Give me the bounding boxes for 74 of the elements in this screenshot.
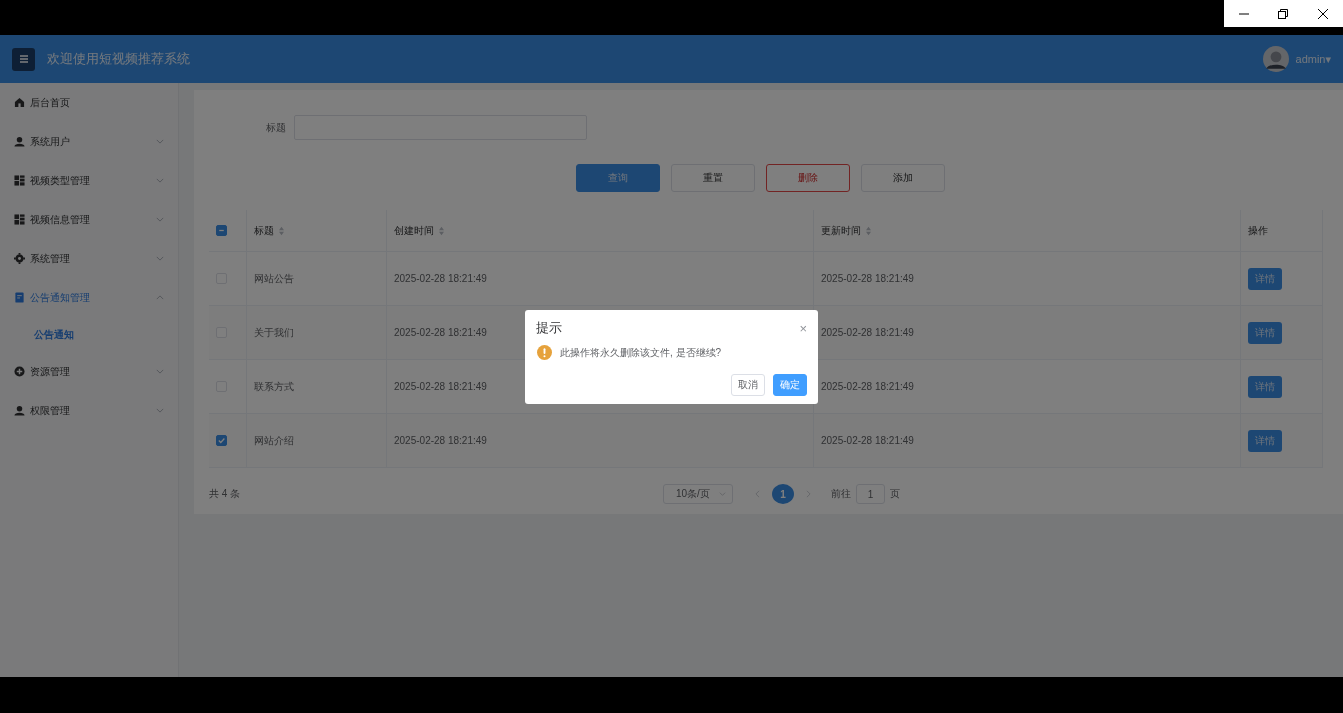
chevron-down-icon [156,408,164,413]
table-cell: 关于我们 [254,325,294,340]
sidebar-item[interactable]: 视频信息管理 [0,200,178,239]
page-unit-label: 页 [890,487,900,501]
chevron-down-icon [156,217,164,222]
table-cell: 2025-02-28 18:21:49 [821,273,914,284]
column-header[interactable]: 标题 [254,223,274,238]
chevron-up-icon [156,295,164,300]
table-cell: 网站介绍 [254,433,294,448]
column-header[interactable]: 更新时间 [821,223,861,238]
table-cell: 2025-02-28 18:21:49 [394,435,487,446]
plus-circle-icon [14,366,25,377]
warning-icon [537,345,552,360]
checkbox[interactable] [216,225,227,236]
sidebar-item[interactable]: 视频类型管理 [0,161,178,200]
column-header: 操作 [1248,223,1268,238]
restore-icon[interactable] [1278,8,1289,19]
user-icon [14,405,25,416]
checkbox[interactable] [216,435,227,446]
sidebar-item[interactable]: 资源管理 [0,352,178,391]
close-button[interactable]: × [799,321,807,335]
close-icon[interactable] [1318,8,1329,19]
chevron-down-icon [156,178,164,183]
action-button[interactable]: 重置 [670,164,755,192]
menu-button[interactable] [12,47,35,71]
user-icon [14,136,25,147]
user-menu[interactable]: admin▾ [1295,52,1331,66]
dialog-message: 此操作将永久删除该文件, 是否继续? [560,345,722,360]
confirm-button[interactable]: 确定 [773,374,807,396]
table-cell: 2025-02-28 18:21:49 [394,327,487,338]
sidebar-item[interactable]: 后台首页 [0,83,178,122]
table-cell: 联系方式 [254,379,294,394]
column-header[interactable]: 创建时间 [394,223,434,238]
home-icon [14,97,25,108]
avatar-icon[interactable] [1262,46,1289,72]
table-cell: 2025-02-28 18:21:49 [821,327,914,338]
sidebar-item[interactable]: 系统用户 [0,122,178,161]
details-button[interactable]: 详情 [1248,429,1282,452]
action-button[interactable]: 添加 [860,164,945,192]
total-count: 共 4 条 [209,487,242,501]
page-number[interactable]: 1 [772,484,794,504]
details-button[interactable]: 详情 [1248,267,1282,290]
table-cell: 2025-02-28 18:21:49 [394,381,487,392]
gear-icon [14,253,25,264]
sidebar-item[interactable]: 公告通知管理 [0,278,178,317]
table-cell: 2025-02-28 18:21:49 [821,381,914,392]
table-cell: 2025-02-28 18:21:49 [394,273,487,284]
sort-icon[interactable] [438,225,445,236]
sidebar-item[interactable]: 权限管理 [0,391,178,430]
goto-label: 前往 [831,487,851,501]
chevron-down-icon [156,139,164,144]
field-label: 标题 [266,120,286,135]
grid-icon [14,214,25,225]
sidebar-subitem[interactable]: 公告通知 [0,317,178,352]
sort-icon[interactable] [865,225,872,236]
chevron-down-icon [156,369,164,374]
sort-icon[interactable] [278,225,285,236]
menu-icon [18,54,29,64]
grid-icon [14,175,25,186]
page-input-field[interactable]: 1 [856,484,885,504]
check-icon [217,436,226,445]
document-icon [14,292,25,303]
action-button[interactable]: 查询 [575,164,660,192]
table-cell: 网站公告 [254,271,294,286]
app-title: 欢迎使用短视频推荐系统 [47,50,190,68]
chevron-down-icon [156,256,164,261]
cancel-button[interactable]: 取消 [731,374,765,396]
dialog-title: 提示 [536,319,562,337]
details-button[interactable]: 详情 [1248,321,1282,344]
sidebar-item[interactable]: 系统管理 [0,239,178,278]
action-button[interactable]: 删除 [765,164,850,192]
details-button[interactable]: 详情 [1248,375,1282,398]
table-cell: 2025-02-28 18:21:49 [821,435,914,446]
page-size-select[interactable]: 10条/页 [663,484,733,504]
